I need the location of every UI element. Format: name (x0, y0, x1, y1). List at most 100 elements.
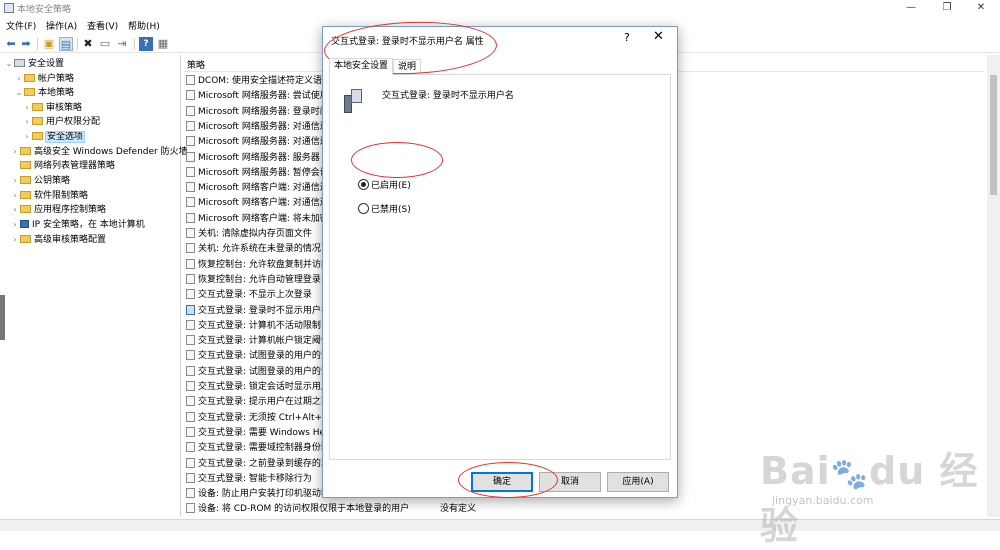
dialog-title: 交互式登录: 登录时不显示用户名 属性 (331, 37, 484, 47)
policy-item-label: Microsoft 网络客户端: 对通信进 (198, 198, 329, 209)
up-folder-icon[interactable]: ▣ (42, 37, 56, 51)
tree-item-local-policy[interactable]: ⌄ 本地策略 (14, 86, 74, 100)
folder-icon (20, 191, 31, 199)
ip-security-icon (20, 220, 29, 228)
help-icon[interactable]: ? (139, 37, 153, 51)
expand-icon[interactable]: › (22, 130, 32, 144)
disabled-option[interactable]: 已禁用(S) (358, 203, 411, 217)
expand-icon[interactable]: › (10, 145, 20, 159)
policy-item-label: 交互式登录: 试图登录的用户的消 (198, 351, 330, 362)
policy-item-label: 设备: 将 CD-ROM 的访问权限仅限于本地登录的用户 (198, 504, 410, 515)
close-icon[interactable]: ✕ (653, 29, 664, 44)
policy-item-label: 交互式登录: 需要域控制器身份验 (198, 443, 330, 454)
status-bar (0, 519, 1000, 531)
list-item[interactable]: 设备: 将 CD-ROM 的访问权限仅限于本地登录的用户 没有定义 (184, 502, 984, 517)
show-hide-tree-icon[interactable]: ▤ (59, 37, 73, 51)
menu-action[interactable]: 操作(A) (46, 19, 77, 32)
tree-item-user-rights[interactable]: › 用户权限分配 (22, 115, 100, 129)
folder-icon (24, 74, 35, 82)
tree-item-app-control[interactable]: › 应用程序控制策略 (10, 203, 106, 217)
policy-item-label: 交互式登录: 计算机不活动限制 (198, 320, 321, 331)
policy-item-label: Microsoft 网络服务器: 尝试使用 (198, 91, 329, 102)
expand-icon[interactable]: › (10, 203, 20, 217)
policy-item-label: 交互式登录: 不显示上次登录 (198, 290, 312, 301)
tree-item-software-restriction[interactable]: › 软件限制策略 (10, 189, 88, 203)
tree-item-security-settings[interactable]: ⌄ 安全设置 (4, 57, 64, 71)
expand-icon[interactable]: › (10, 174, 20, 188)
expand-icon[interactable]: › (22, 101, 32, 115)
close-window-button[interactable]: ✕ (958, 0, 1000, 16)
policy-name: 交互式登录: 登录时不显示用户名 (382, 91, 514, 101)
properties-dialog: 交互式登录: 登录时不显示用户名 属性 ? ✕ 本地安全设置 说明 交互式登录:… (322, 26, 678, 498)
policy-computer-icon (344, 87, 362, 113)
policy-item-icon (186, 243, 195, 254)
export-icon[interactable]: ⇥ (115, 37, 129, 51)
policy-item-label: Microsoft 网络服务器: 对通信进 (198, 137, 329, 148)
ok-button[interactable]: 确定 (471, 472, 533, 492)
policy-item-icon (186, 381, 195, 391)
scrollbar-thumb[interactable] (990, 75, 997, 195)
tree-item-network-list[interactable]: 网络列表管理器策略 (10, 159, 115, 173)
disabled-radio[interactable] (358, 203, 369, 214)
expand-icon[interactable]: › (10, 189, 20, 203)
policy-item-icon (186, 120, 195, 131)
policy-item-icon (186, 442, 195, 453)
tree-item-advanced-audit[interactable]: › 高级审核策略配置 (10, 233, 106, 247)
policy-item-label: Microsoft 网络客户端: 对通信进 (198, 183, 329, 194)
policy-item-label: 交互式登录: 锁定会话时显示用户 (198, 382, 330, 392)
policy-item-label: Microsoft 网络服务器: 对通信进 (198, 121, 329, 132)
enabled-label: 已启用(E) (371, 181, 411, 191)
cancel-button[interactable]: 取消 (539, 472, 601, 492)
view-icon[interactable]: ▦ (156, 37, 170, 51)
properties-icon[interactable]: ▭ (98, 37, 112, 51)
folder-icon (20, 161, 31, 169)
security-settings-icon (14, 59, 25, 67)
collapse-icon[interactable]: ⌄ (4, 57, 14, 71)
column-header-policy[interactable]: 策略 (187, 58, 205, 71)
enabled-radio[interactable] (358, 179, 369, 190)
expand-icon[interactable]: › (14, 72, 24, 86)
policy-item-label: 交互式登录: 试图登录的用户的消 (198, 366, 330, 377)
policy-item-icon (186, 90, 195, 101)
policy-item-icon (186, 488, 195, 499)
policy-item-icon (186, 273, 195, 284)
apply-button[interactable]: 应用(A) (607, 472, 669, 492)
tree-item-audit-policy[interactable]: › 审核策略 (22, 101, 82, 115)
collapse-icon[interactable]: ⌄ (14, 86, 24, 100)
tree-item-account-policy[interactable]: › 帐户策略 (14, 72, 74, 86)
policy-item-label: DCOM: 使用安全描述符定义语 (198, 76, 322, 86)
tree-item-ip-security[interactable]: › IP 安全策略，在 本地计算机 (10, 218, 145, 232)
tree-scrollbar[interactable] (0, 295, 5, 340)
tab-explain[interactable]: 说明 (393, 59, 422, 75)
policy-item-icon (186, 166, 195, 177)
tab-local-security-setting[interactable]: 本地安全设置 (329, 58, 394, 75)
policy-item-label: 设备: 防止用户安装打印机驱动程 (198, 489, 330, 500)
forward-arrow-icon[interactable]: ➡ (19, 37, 33, 51)
tree-item-security-options[interactable]: › 安全选项 (22, 130, 86, 144)
menu-file[interactable]: 文件(F) (6, 19, 36, 32)
enabled-option[interactable]: 已启用(E) (358, 179, 411, 193)
policy-item-label: Microsoft 网络客户端: 将未加密 (198, 213, 329, 224)
policy-item-icon (186, 426, 195, 437)
menu-help[interactable]: 帮助(H) (128, 19, 160, 32)
list-scrollbar[interactable] (987, 55, 1000, 517)
policy-item-icon (186, 396, 195, 407)
delete-icon[interactable]: ✖ (81, 37, 95, 51)
policy-item-icon (186, 304, 195, 315)
back-arrow-icon[interactable]: ⬅ (4, 37, 18, 51)
help-icon[interactable]: ? (624, 31, 630, 44)
menu-view[interactable]: 查看(V) (87, 19, 118, 32)
expand-icon[interactable]: › (10, 218, 20, 232)
policy-item-icon (186, 411, 195, 422)
expand-icon[interactable]: › (22, 115, 32, 129)
policy-item-label: 交互式登录: 之前登录到缓存的次 (198, 458, 330, 469)
policy-item-label: 交互式登录: 登录时不显示用户名 (198, 305, 330, 316)
tree-item-public-key[interactable]: › 公钥策略 (10, 174, 70, 188)
policy-item-icon (186, 503, 195, 514)
policy-item-label: 交互式登录: 需要 Windows Hel (198, 427, 328, 438)
expand-icon[interactable]: › (10, 233, 20, 247)
tree-item-firewall[interactable]: › 高级安全 Windows Defender 防火墙 (10, 145, 188, 159)
policy-item-label: 关机: 允许系统在未登录的情况下 (198, 244, 330, 255)
policy-item-label: 交互式登录: 提示用户在过期之前 (198, 397, 330, 408)
policy-item-icon (186, 319, 195, 330)
